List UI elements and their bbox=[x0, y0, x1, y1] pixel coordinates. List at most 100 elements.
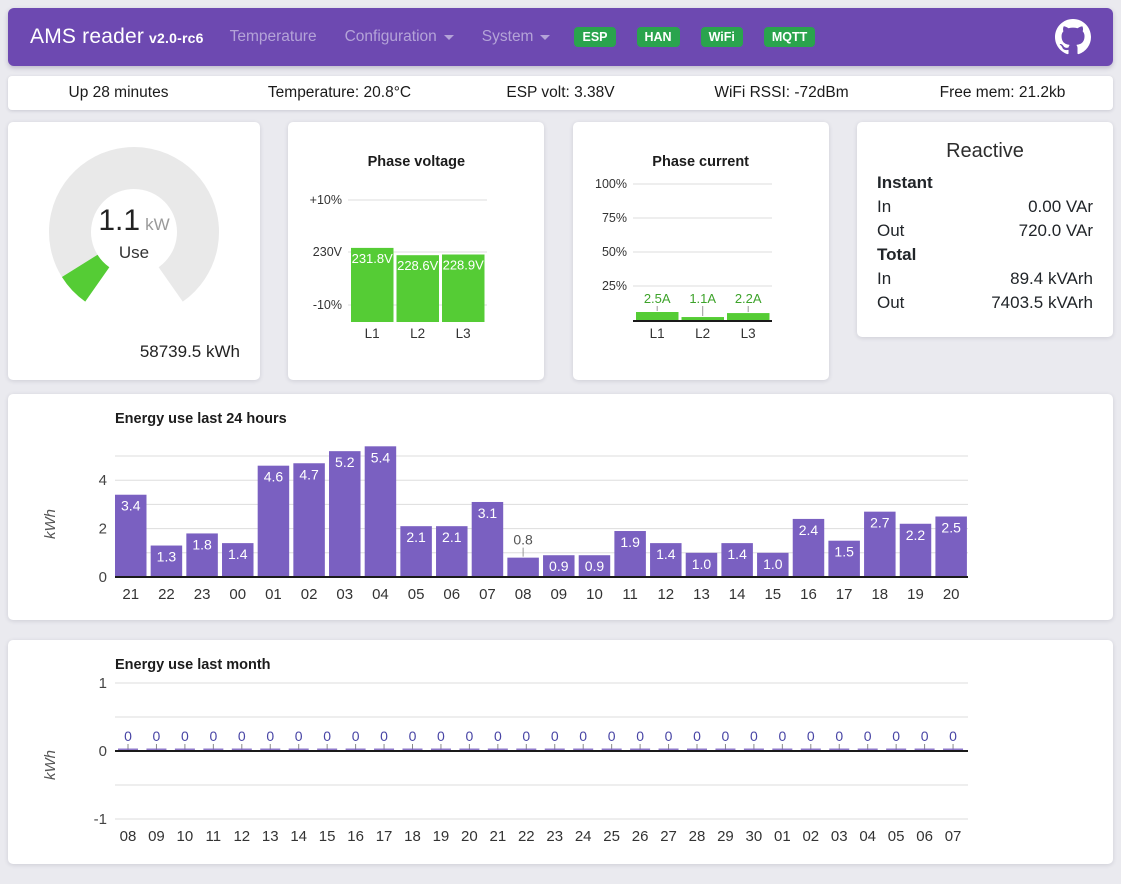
svg-text:04: 04 bbox=[859, 828, 876, 845]
badge-wifi: WiFi bbox=[701, 27, 743, 48]
status-item-0: Up 28 minutes bbox=[8, 84, 229, 102]
app-header: AMS reader v2.0-rc6 Temperature Configurat… bbox=[8, 8, 1113, 66]
svg-text:0: 0 bbox=[864, 728, 872, 744]
svg-text:1.4: 1.4 bbox=[228, 546, 248, 562]
reactive-row-value: 720.0 VAr bbox=[1019, 219, 1093, 243]
svg-text:03: 03 bbox=[336, 586, 353, 603]
svg-text:L1: L1 bbox=[365, 326, 380, 341]
chevron-down-icon bbox=[444, 35, 454, 40]
badge-mqtt: MQTT bbox=[764, 27, 815, 48]
phase-voltage-title: Phase voltage bbox=[296, 154, 536, 170]
svg-text:L3: L3 bbox=[740, 326, 755, 341]
power-gauge-card: 1.1kWUse 58739.5 kWh bbox=[8, 122, 260, 380]
svg-text:0: 0 bbox=[238, 728, 246, 744]
app-name: AMS reader bbox=[30, 25, 144, 48]
svg-text:0.8: 0.8 bbox=[513, 532, 533, 548]
svg-text:12: 12 bbox=[657, 586, 674, 603]
svg-text:0.9: 0.9 bbox=[585, 558, 605, 574]
reactive-row: In0.00 VAr bbox=[877, 195, 1093, 219]
status-item-2: ESP volt: 3.38V bbox=[450, 84, 671, 102]
svg-text:0: 0 bbox=[665, 728, 673, 744]
svg-text:0: 0 bbox=[380, 728, 388, 744]
svg-text:16: 16 bbox=[347, 828, 364, 845]
svg-text:-10%: -10% bbox=[313, 298, 342, 312]
svg-text:29: 29 bbox=[717, 828, 734, 845]
svg-text:12: 12 bbox=[233, 828, 250, 845]
status-item-1: Temperature: 20.8°C bbox=[229, 84, 450, 102]
phase-voltage-card: Phase voltage +10%230V-10%231.8VL1228.6V… bbox=[288, 122, 544, 380]
svg-text:19: 19 bbox=[907, 586, 924, 603]
nav-item-configuration[interactable]: Configuration bbox=[345, 28, 454, 46]
svg-text:0: 0 bbox=[99, 569, 107, 586]
svg-text:01: 01 bbox=[265, 586, 282, 603]
svg-text:05: 05 bbox=[408, 586, 425, 603]
reactive-rows: InstantIn0.00 VArOut720.0 VArTotalIn89.4… bbox=[877, 171, 1093, 315]
nav-item-label: Configuration bbox=[345, 28, 437, 46]
reactive-section-total: Total bbox=[877, 243, 1093, 267]
reactive-row-label: In bbox=[877, 195, 891, 219]
svg-text:100%: 100% bbox=[595, 178, 627, 191]
svg-text:0: 0 bbox=[209, 728, 217, 744]
svg-text:0: 0 bbox=[636, 728, 644, 744]
svg-text:0: 0 bbox=[295, 728, 303, 744]
svg-text:0: 0 bbox=[693, 728, 701, 744]
svg-text:0: 0 bbox=[181, 728, 189, 744]
svg-text:11: 11 bbox=[622, 586, 638, 603]
energy-day-card: Energy use last 24 hours 024kWh3.4211.32… bbox=[8, 394, 1113, 620]
svg-text:22: 22 bbox=[518, 828, 535, 845]
svg-text:0: 0 bbox=[323, 728, 331, 744]
svg-text:0: 0 bbox=[124, 728, 132, 744]
svg-text:2.5: 2.5 bbox=[941, 520, 961, 536]
svg-text:0: 0 bbox=[608, 728, 616, 744]
reactive-row: Out7403.5 kVArh bbox=[877, 291, 1093, 315]
svg-text:L3: L3 bbox=[456, 326, 471, 341]
svg-text:0: 0 bbox=[266, 728, 274, 744]
svg-text:0: 0 bbox=[352, 728, 360, 744]
svg-text:0: 0 bbox=[722, 728, 730, 744]
svg-text:+10%: +10% bbox=[310, 193, 342, 207]
svg-text:L1: L1 bbox=[649, 326, 664, 341]
svg-text:2: 2 bbox=[99, 521, 107, 538]
svg-text:06: 06 bbox=[443, 586, 460, 603]
reactive-row-label: Out bbox=[877, 219, 904, 243]
github-link[interactable] bbox=[1055, 19, 1091, 55]
phase-current-card: Phase current 100%75%50%25%2.5AL11.1AL22… bbox=[573, 122, 829, 380]
svg-text:19: 19 bbox=[433, 828, 450, 845]
svg-text:1.1kW: 1.1kW bbox=[98, 204, 169, 237]
nav-item-temperature[interactable]: Temperature bbox=[230, 28, 317, 46]
svg-text:0: 0 bbox=[551, 728, 559, 744]
svg-text:21: 21 bbox=[122, 586, 139, 603]
energy-month-title: Energy use last month bbox=[8, 640, 1113, 673]
svg-text:1.0: 1.0 bbox=[763, 556, 783, 572]
app-version: v2.0-rc6 bbox=[149, 30, 204, 46]
nav-item-label: Temperature bbox=[230, 28, 317, 46]
svg-text:231.8V: 231.8V bbox=[352, 251, 394, 266]
svg-text:2.1: 2.1 bbox=[406, 529, 426, 545]
svg-text:06: 06 bbox=[916, 828, 933, 845]
svg-text:3.4: 3.4 bbox=[121, 498, 141, 514]
svg-text:08: 08 bbox=[515, 586, 532, 603]
svg-text:0: 0 bbox=[522, 728, 530, 744]
svg-text:2.4: 2.4 bbox=[799, 522, 819, 538]
svg-text:18: 18 bbox=[404, 828, 421, 845]
svg-text:1.0: 1.0 bbox=[692, 556, 712, 572]
svg-text:02: 02 bbox=[301, 586, 318, 603]
reactive-row-label: Out bbox=[877, 291, 904, 315]
svg-text:5.4: 5.4 bbox=[371, 449, 391, 465]
svg-text:22: 22 bbox=[158, 586, 175, 603]
svg-text:24: 24 bbox=[575, 828, 592, 845]
svg-text:-1: -1 bbox=[94, 811, 107, 828]
svg-text:14: 14 bbox=[729, 586, 746, 603]
phase-current-chart: 100%75%50%25%2.5AL11.1AL22.2AL3 bbox=[581, 178, 821, 346]
nav-item-system[interactable]: System bbox=[482, 28, 551, 46]
svg-text:23: 23 bbox=[194, 586, 211, 603]
reactive-row: Out 720.0 VAr bbox=[877, 219, 1093, 243]
energy-day-chart: 024kWh3.4211.3221.8231.4004.6014.7025.20… bbox=[8, 429, 1113, 605]
svg-text:2.7: 2.7 bbox=[870, 515, 890, 531]
svg-text:30: 30 bbox=[746, 828, 763, 845]
github-octocat-icon bbox=[1055, 19, 1091, 55]
energy-day-title: Energy use last 24 hours bbox=[8, 394, 1113, 427]
status-badges: ESPHANWiFiMQTT bbox=[574, 27, 815, 48]
svg-text:0: 0 bbox=[778, 728, 786, 744]
svg-text:kWh: kWh bbox=[42, 750, 59, 780]
